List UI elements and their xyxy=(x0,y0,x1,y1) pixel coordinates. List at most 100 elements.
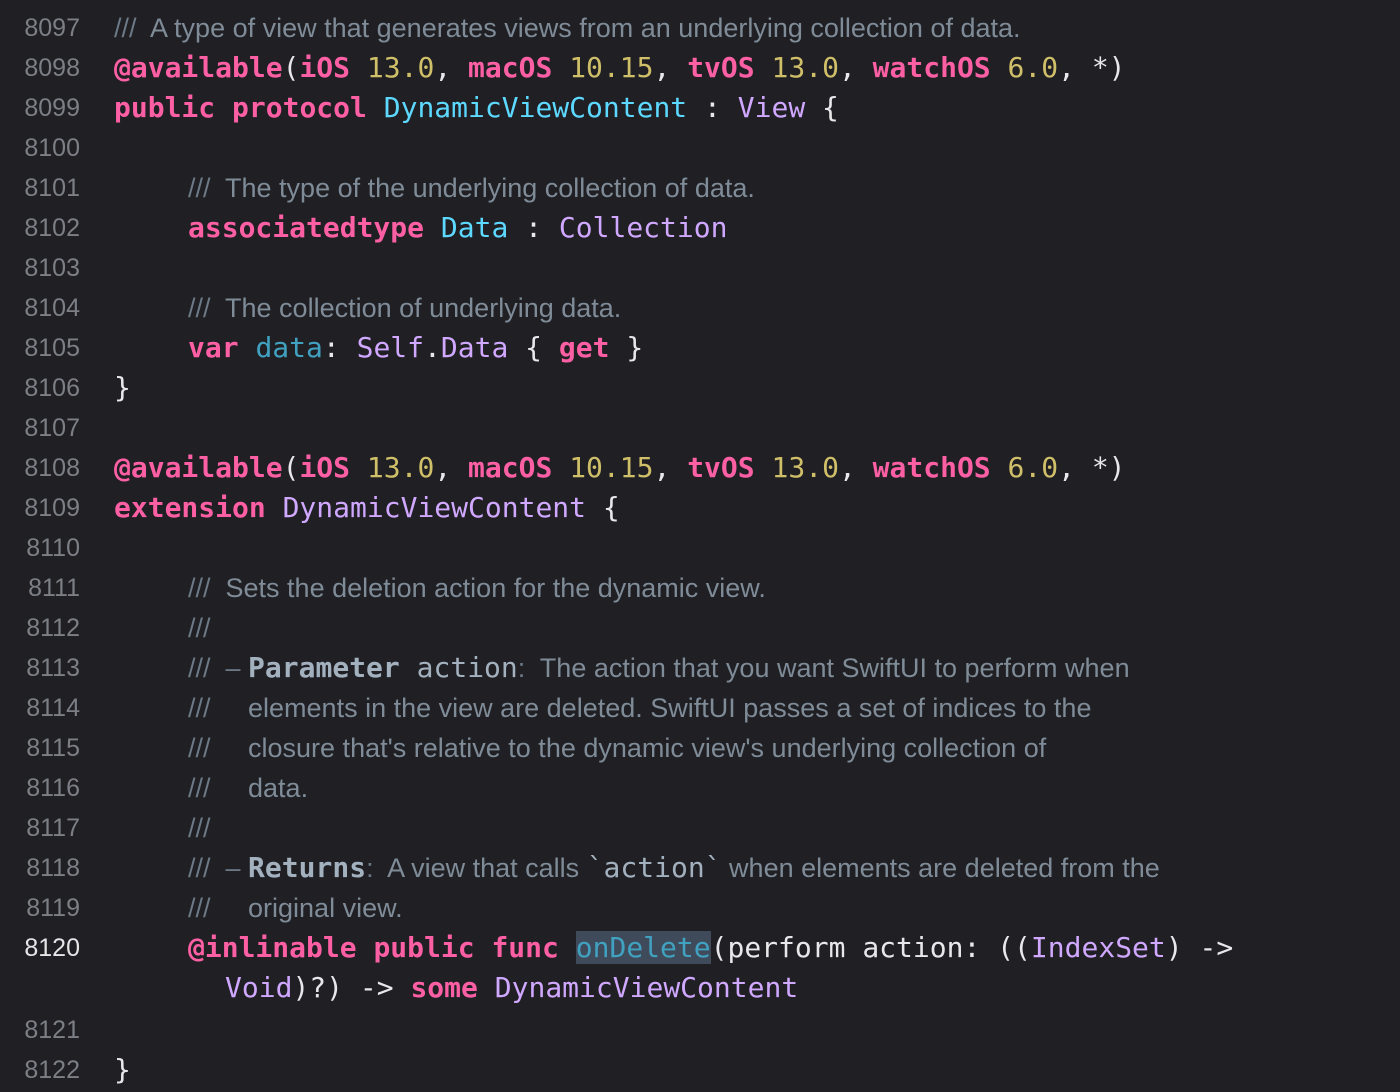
code-line[interactable]: 8113 /// – Parameter action: The action t… xyxy=(0,648,1400,688)
code-token: , xyxy=(434,51,469,84)
code-token: /// xyxy=(188,813,211,843)
code-line[interactable]: 8103 xyxy=(0,248,1400,288)
code-text: /// data. xyxy=(188,768,308,808)
code-text: @available(iOS 13.0, macOS 10.15, tvOS 1… xyxy=(114,448,1126,488)
code-token: /// xyxy=(188,613,211,643)
code-line[interactable]: 8101 /// The type of the underlying colle… xyxy=(0,168,1400,208)
code-line[interactable]: Void)?) -> some DynamicViewContent xyxy=(0,968,1400,1008)
code-token: tvOS xyxy=(687,451,755,484)
code-line[interactable]: 8119 /// original view. xyxy=(0,888,1400,928)
code-token: 6.0 xyxy=(1007,51,1059,84)
code-text: } xyxy=(114,368,131,408)
code-line[interactable]: 8116 /// data. xyxy=(0,768,1400,808)
code-token: ) -> xyxy=(1165,931,1234,964)
code-token: /// xyxy=(188,173,219,203)
code-token: closure that's relative to the dynamic v… xyxy=(218,733,1047,763)
code-line[interactable]: 8104 /// The collection of underlying dat… xyxy=(0,288,1400,328)
code-token: @available xyxy=(114,451,283,484)
code-line[interactable]: 8112 /// xyxy=(0,608,1400,648)
code-token: 13.0 xyxy=(771,451,839,484)
code-token: Self xyxy=(356,331,425,364)
code-token: The collection of underlying data. xyxy=(218,293,622,323)
code-token: iOS xyxy=(299,451,351,484)
code-token: DynamicViewContent xyxy=(383,91,688,124)
line-number: 8110 xyxy=(26,534,80,562)
code-token: extension xyxy=(114,491,266,524)
code-editor[interactable]: 8097 /// A type of view that generates vi… xyxy=(0,0,1400,1092)
code-text: } xyxy=(114,1050,131,1090)
code-text: /// closure that's relative to the dynam… xyxy=(188,728,1046,768)
code-token: /// xyxy=(188,773,219,803)
code-line[interactable]: 8114 /// elements in the view are deleted… xyxy=(0,688,1400,728)
code-token: /// xyxy=(188,893,219,923)
line-number: 8107 xyxy=(24,414,80,442)
code-line[interactable]: 8117 /// xyxy=(0,808,1400,848)
code-line[interactable]: 8118 /// – Returns: A view that calls `ac… xyxy=(0,848,1400,888)
code-line[interactable]: 8098 @available(iOS 13.0, macOS 10.15, tv… xyxy=(0,48,1400,88)
line-number: 8103 xyxy=(24,254,80,282)
line-number: 8122 xyxy=(24,1056,80,1084)
line-number: 8119 xyxy=(26,894,80,922)
code-token: macOS xyxy=(468,451,553,484)
code-token: @inlinable xyxy=(188,931,357,964)
code-token: get xyxy=(558,331,610,364)
code-token: Data xyxy=(440,211,509,244)
code-token: ( xyxy=(282,451,300,484)
code-line[interactable]: 8099 public protocol DynamicViewContent :… xyxy=(0,88,1400,128)
code-line[interactable]: 8105 var data: Self.Data { get } xyxy=(0,328,1400,368)
code-line[interactable]: 8110 xyxy=(0,528,1400,568)
code-line[interactable]: 8106} xyxy=(0,368,1400,408)
code-line[interactable]: 8102 associatedtype Data : Collection xyxy=(0,208,1400,248)
code-line[interactable]: 8108 @available(iOS 13.0, macOS 10.15, tv… xyxy=(0,448,1400,488)
code-line[interactable]: 8120 @inlinable public func onDelete(perf… xyxy=(0,928,1400,968)
code-line[interactable]: 8122} xyxy=(0,1050,1400,1090)
line-number: 8098 xyxy=(24,54,80,82)
code-text: /// The collection of underlying data. xyxy=(188,288,621,328)
code-line[interactable]: 8111 /// Sets the deletion action for the… xyxy=(0,568,1400,608)
code-text: /// Sets the deletion action for the dyn… xyxy=(188,568,766,608)
code-token: public xyxy=(114,91,216,124)
line-number: 8118 xyxy=(26,854,80,882)
code-text: Void)?) -> some DynamicViewContent xyxy=(225,968,798,1008)
code-token: elements in the view are deleted. SwiftU… xyxy=(218,693,1092,723)
code-line[interactable]: 8109 extension DynamicViewContent { xyxy=(0,488,1400,528)
code-token: 13.0 xyxy=(771,51,839,84)
code-line[interactable]: 8121 xyxy=(0,1010,1400,1050)
code-token: @available xyxy=(114,51,283,84)
code-token: func xyxy=(491,931,559,964)
code-token: DynamicViewContent xyxy=(494,971,799,1004)
code-token: Collection xyxy=(558,211,728,244)
code-token: action xyxy=(399,651,518,684)
code-line[interactable]: 8100 xyxy=(0,128,1400,168)
code-token: DynamicViewContent xyxy=(282,491,587,524)
code-token: : xyxy=(508,211,559,244)
line-number: 8105 xyxy=(24,334,80,362)
code-line[interactable]: 8115 /// closure that's relative to the d… xyxy=(0,728,1400,768)
code-token: macOS xyxy=(468,51,553,84)
code-token: , xyxy=(653,51,688,84)
line-number: 8102 xyxy=(24,214,80,242)
code-token: 10.15 xyxy=(569,51,654,84)
line-number: 8111 xyxy=(28,574,80,602)
code-text: associatedtype Data : Collection xyxy=(188,208,727,248)
code-token: /// xyxy=(188,293,219,323)
code-token: The action that you want SwiftUI to perf… xyxy=(525,653,1130,683)
code-token: Sets the deletion action for the dynamic… xyxy=(218,573,766,603)
code-token: View xyxy=(737,91,806,124)
code-token: 13.0 xyxy=(366,451,435,484)
code-token: (perform action: (( xyxy=(710,931,1031,964)
line-number: 8114 xyxy=(26,694,80,722)
code-token: : xyxy=(687,91,738,124)
code-token: , xyxy=(653,451,688,484)
selected-symbol: onDelete xyxy=(575,931,711,964)
code-line[interactable]: 8107 xyxy=(0,408,1400,448)
code-line[interactable]: 8097 /// A type of view that generates vi… xyxy=(0,8,1400,48)
code-token: : xyxy=(366,853,374,883)
